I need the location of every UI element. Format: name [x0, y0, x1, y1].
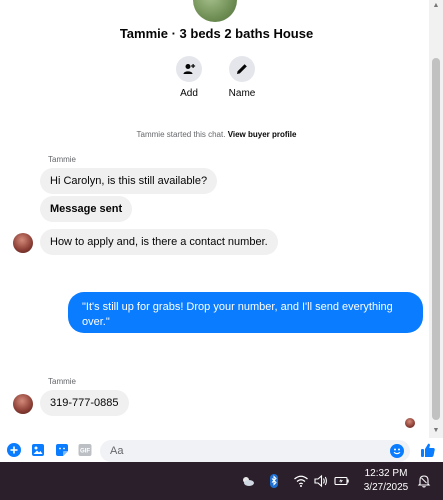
weather-icon[interactable]: [240, 473, 256, 489]
battery-icon[interactable]: [334, 473, 350, 489]
add-button[interactable]: Add: [164, 56, 214, 99]
clock-date: 3/27/2025: [363, 482, 409, 493]
scroll-down-arrow[interactable]: ▼: [431, 427, 441, 434]
listing-avatar: [193, 0, 237, 22]
gif-icon[interactable]: GIF: [78, 443, 92, 457]
name-button[interactable]: Name: [217, 56, 267, 99]
sender-avatar[interactable]: [13, 394, 33, 414]
sticker-icon[interactable]: [55, 443, 69, 457]
message-input-container[interactable]: [100, 440, 410, 462]
message-input[interactable]: [100, 440, 370, 462]
scroll-up-arrow[interactable]: ▲: [431, 2, 441, 9]
conversation-title: Tammie · 3 beds 2 baths House: [119, 26, 314, 41]
sender-name: Tammie: [48, 155, 77, 164]
windows-taskbar: 12:32 PM 3/27/2025: [0, 462, 443, 500]
messenger-window: Tammie · 3 beds 2 baths House Add Name T…: [0, 0, 443, 500]
photo-icon[interactable]: [31, 443, 45, 457]
pencil-icon: [229, 56, 255, 82]
view-buyer-profile-link[interactable]: View buyer profile: [228, 130, 297, 139]
sender-name: Tammie: [48, 377, 77, 386]
message-bubble[interactable]: Message sent: [40, 196, 133, 222]
outgoing-message-bubble[interactable]: "It's still up for grabs! Drop your numb…: [68, 292, 423, 333]
svg-text:GIF: GIF: [80, 449, 90, 455]
bluetooth-icon[interactable]: [266, 473, 282, 489]
message-bubble[interactable]: 319-777-0885: [40, 390, 129, 416]
message-bubble[interactable]: How to apply and, is there a contact num…: [40, 229, 278, 255]
add-person-icon: [176, 56, 202, 82]
add-label: Add: [180, 88, 198, 99]
name-label: Name: [228, 88, 256, 99]
chat-scroll-area[interactable]: Tammie · 3 beds 2 baths House Add Name T…: [0, 0, 443, 438]
message-composer: GIF: [0, 438, 443, 462]
wifi-icon[interactable]: [293, 473, 309, 489]
plus-icon[interactable]: [7, 443, 21, 457]
chat-started-note: Tammie started this chat. View buyer pro…: [136, 130, 297, 139]
sender-avatar[interactable]: [13, 233, 33, 253]
volume-icon[interactable]: [313, 473, 329, 489]
message-bubble[interactable]: Hi Carolyn, is this still available?: [40, 168, 218, 194]
system-clock[interactable]: 12:32 PM 3/27/2025: [356, 467, 416, 495]
emoji-icon[interactable]: [390, 444, 404, 458]
scrollbar-thumb[interactable]: [432, 58, 440, 420]
thumbs-up-icon[interactable]: [420, 442, 436, 458]
clock-time: 12:32 PM: [364, 468, 408, 479]
seen-indicator-avatar: [405, 418, 415, 428]
notification-bell-icon[interactable]: [416, 473, 432, 489]
